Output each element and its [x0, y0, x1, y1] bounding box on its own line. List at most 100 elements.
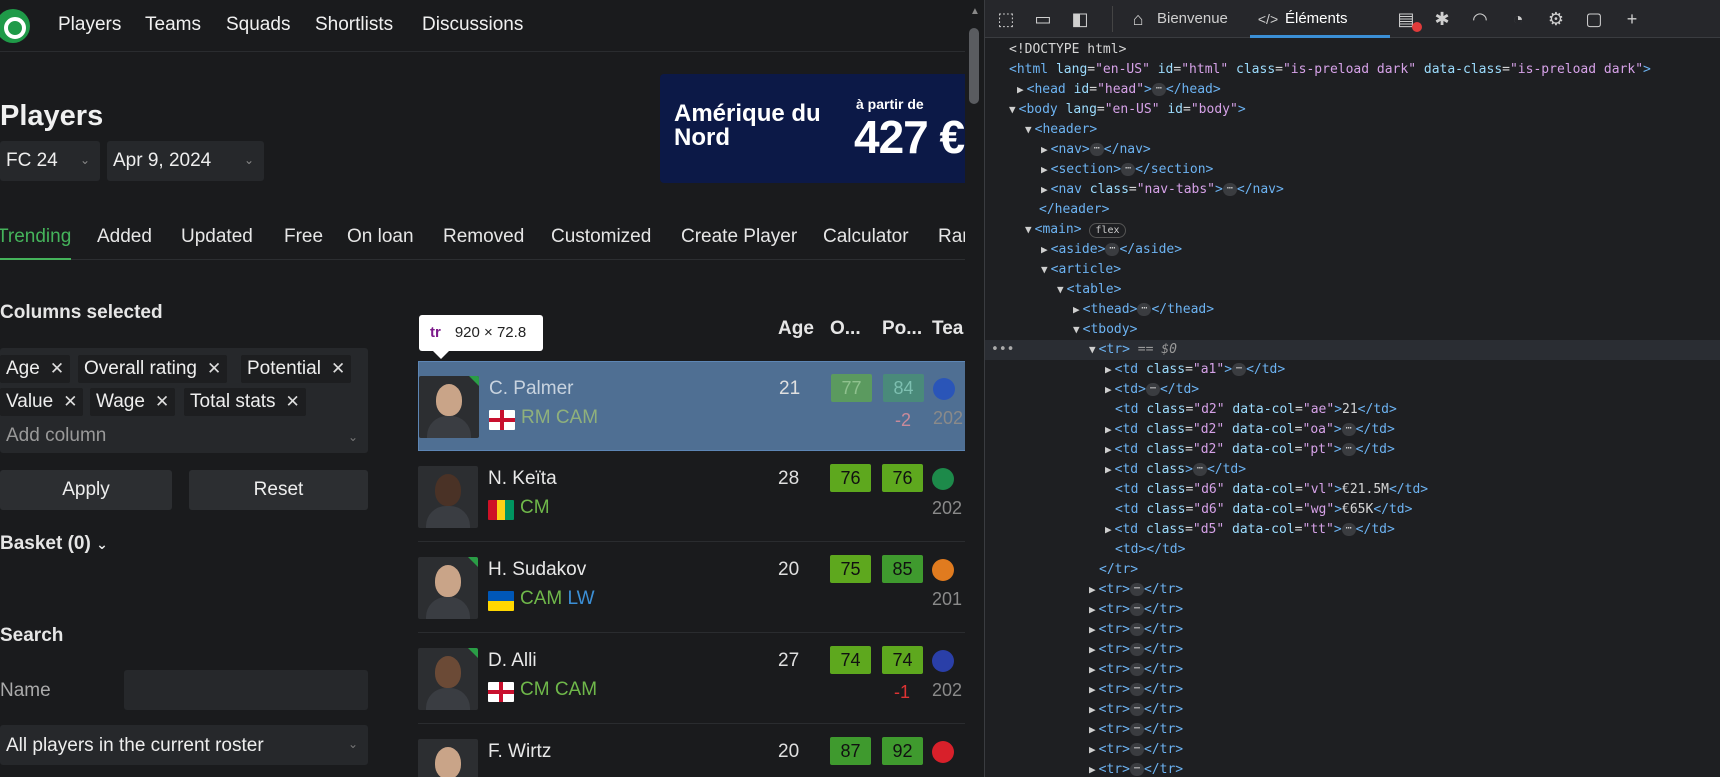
player-name[interactable]: F. Wirtz	[488, 741, 551, 763]
tab-updated[interactable]: Updated	[181, 226, 253, 248]
close-icon[interactable]: ✕	[207, 359, 221, 378]
dom-line[interactable]: ▶ <tr> ⋯ </tr>	[1089, 600, 1183, 620]
reset-button[interactable]: Reset	[189, 470, 368, 510]
dom-line[interactable]: <!DOCTYPE html>	[1009, 40, 1126, 60]
dom-line[interactable]: ▶ <tr> ⋯ </tr>	[1089, 680, 1183, 700]
table-row[interactable]: F. Wirtz 20 87 92	[418, 725, 965, 777]
dom-line[interactable]: ▶ <aside> ⋯ </aside>	[1041, 240, 1182, 260]
dock-side-icon[interactable]: ◧	[1069, 8, 1091, 30]
add-tool-icon[interactable]: +	[1621, 8, 1643, 30]
bug-icon[interactable]: ✱	[1431, 8, 1453, 30]
tab-added[interactable]: Added	[97, 226, 152, 248]
tab-rankings[interactable]: Ran	[938, 226, 965, 248]
nav-squads[interactable]: Squads	[226, 14, 290, 36]
dom-line[interactable]: ▶ <head id="head"> ⋯ </head>	[1017, 80, 1221, 100]
apply-button[interactable]: Apply	[0, 470, 172, 510]
memory-chip-icon[interactable]: ⚙	[1545, 8, 1567, 30]
game-select[interactable]: FC 24 ⌄	[0, 141, 100, 181]
dom-line[interactable]: ▶ <tr> ⋯ </tr>	[1089, 720, 1183, 740]
tab-on-loan[interactable]: On loan	[347, 226, 414, 248]
dom-line[interactable]: ▶ <thead> ⋯ </thead>	[1073, 300, 1214, 320]
dom-line[interactable]: ▶ <td> ⋯ </td>	[1105, 380, 1199, 400]
tab-elements[interactable]: Éléments	[1285, 10, 1348, 27]
dom-line[interactable]: ▶ <tr> ⋯ </tr>	[1089, 640, 1183, 660]
dom-line[interactable]: ▶ <nav> ⋯ </nav>	[1041, 140, 1151, 160]
add-column-input[interactable]: Add column	[6, 425, 106, 447]
dom-line[interactable]: </tr>	[1099, 560, 1138, 580]
dom-line[interactable]: ▼ <main> flex	[1025, 220, 1126, 240]
close-icon[interactable]: ✕	[155, 392, 169, 411]
dom-line[interactable]: ▼ <article>	[1041, 260, 1121, 280]
potential-rating-badge: 74	[882, 646, 923, 674]
column-chip-box[interactable]: Age ✕ Overall rating ✕ Potential ✕ Value ✕ W…	[0, 348, 368, 453]
dom-line[interactable]: ▶ <td class="d2" data-col="oa"> ⋯ </td>	[1105, 420, 1395, 440]
network-wifi-icon[interactable]: ◠	[1469, 8, 1491, 30]
column-header-overall[interactable]: O...	[830, 318, 861, 340]
page-scrollbar[interactable]: ▲	[965, 0, 984, 777]
nav-shortlists[interactable]: Shortlists	[315, 14, 393, 36]
contract-year: 202	[932, 680, 963, 700]
player-name[interactable]: N. Keïta	[488, 468, 557, 490]
dom-line[interactable]: ▶ <tr> ⋯ </tr>	[1089, 620, 1183, 640]
close-icon[interactable]: ✕	[50, 359, 64, 378]
tab-removed[interactable]: Removed	[443, 226, 524, 248]
performance-gauge-icon[interactable]: ◔	[1507, 8, 1529, 30]
tab-welcome[interactable]: Bienvenue	[1157, 10, 1228, 27]
scroll-up-arrow-icon[interactable]: ▲	[970, 6, 980, 17]
dom-line[interactable]: ▶ <tr> ⋯ </tr>	[1089, 760, 1183, 777]
dom-line[interactable]: ▶ <td class="d5" data-col="tt"> ⋯ </td>	[1105, 520, 1395, 540]
application-window-icon[interactable]: ▢	[1583, 8, 1605, 30]
dom-line[interactable]: ▼ <header>	[1025, 120, 1097, 140]
dom-line[interactable]: ▶ <tr> ⋯ </tr>	[1089, 700, 1183, 720]
dom-line[interactable]: <td class="d2" data-col="ae">21</td>	[1115, 400, 1397, 420]
dom-line[interactable]: ▼ <body lang="en-US" id="body">	[1009, 100, 1246, 120]
nav-players[interactable]: Players	[58, 14, 121, 36]
dom-line-selected[interactable]: ••• ▼ <tr> == $0	[985, 340, 1720, 360]
game-select-value: FC 24	[6, 150, 58, 171]
tab-free[interactable]: Free	[284, 226, 323, 248]
site-logo-icon[interactable]	[0, 9, 30, 43]
player-name[interactable]: D. Alli	[488, 650, 537, 672]
nav-teams[interactable]: Teams	[145, 14, 201, 36]
dom-line[interactable]: ▶ <tr> ⋯ </tr>	[1089, 740, 1183, 760]
dom-line[interactable]: <td class="d6" data-col="vl">€21.5M</td>	[1115, 480, 1428, 500]
tab-calculator[interactable]: Calculator	[823, 226, 909, 248]
dom-line[interactable]: <td class="d6" data-col="wg">€65K</td>	[1115, 500, 1412, 520]
advertisement-banner[interactable]: Amérique du Nord à partir de 427 €	[660, 74, 965, 183]
column-header-team[interactable]: Tea	[932, 318, 963, 340]
dom-line[interactable]: ▶ <td class> ⋯ </td>	[1105, 460, 1246, 480]
inspect-element-icon[interactable]: ⬚	[995, 8, 1017, 30]
table-row[interactable]: N. Keïta CM 28 76 76 202	[418, 452, 965, 542]
name-input[interactable]	[124, 670, 368, 710]
dom-line[interactable]: ▶ <td class="a1"> ⋯ </td>	[1105, 360, 1285, 380]
dom-line[interactable]: ▶ <tr> ⋯ </tr>	[1089, 580, 1183, 600]
dom-line[interactable]: ▶ <section> ⋯ </section>	[1041, 160, 1213, 180]
nav-discussions[interactable]: Discussions	[422, 14, 523, 36]
table-row[interactable]: H. Sudakov CAM LW 20 75 85 201	[418, 543, 965, 633]
table-row[interactable]: D. Alli CM CAM 27 74 74 -1 202	[418, 634, 965, 724]
tab-create-player[interactable]: Create Player	[681, 226, 797, 248]
tab-customized[interactable]: Customized	[551, 226, 651, 248]
close-icon[interactable]: ✕	[286, 392, 300, 411]
dom-line[interactable]: ▶ <nav class="nav-tabs"> ⋯ </nav>	[1041, 180, 1284, 200]
basket-toggle[interactable]: Basket (0) ⌄	[0, 533, 108, 555]
column-header-age[interactable]: Age	[778, 318, 814, 340]
close-icon[interactable]: ✕	[331, 359, 345, 378]
tab-trending[interactable]: Trending	[0, 226, 72, 260]
device-emulation-icon[interactable]: ▭	[1032, 8, 1054, 30]
player-name[interactable]: H. Sudakov	[488, 559, 586, 581]
scrollbar-thumb[interactable]	[969, 28, 979, 104]
player-name[interactable]: C. Palmer	[489, 378, 573, 400]
dom-line[interactable]: ▼ <table>	[1057, 280, 1121, 300]
column-header-potential[interactable]: Po...	[882, 318, 922, 340]
dom-line[interactable]: ▶ <tr> ⋯ </tr>	[1089, 660, 1183, 680]
roster-select[interactable]: All players in the current roster ⌄	[0, 725, 368, 765]
dom-line[interactable]: <html lang="en-US" id="html" class="is-p…	[1009, 60, 1651, 80]
dom-line[interactable]: </header>	[1039, 200, 1109, 220]
table-row[interactable]: C. Palmer RM CAM 21 77 84 -2 202	[418, 361, 965, 451]
dom-line[interactable]: <td></td>	[1115, 540, 1185, 560]
dom-line[interactable]: ▶ <td class="d2" data-col="pt"> ⋯ </td>	[1105, 440, 1395, 460]
close-icon[interactable]: ✕	[63, 392, 77, 411]
dom-line[interactable]: ▼ <tbody>	[1073, 320, 1137, 340]
date-select[interactable]: Apr 9, 2024 ⌄	[107, 141, 264, 181]
